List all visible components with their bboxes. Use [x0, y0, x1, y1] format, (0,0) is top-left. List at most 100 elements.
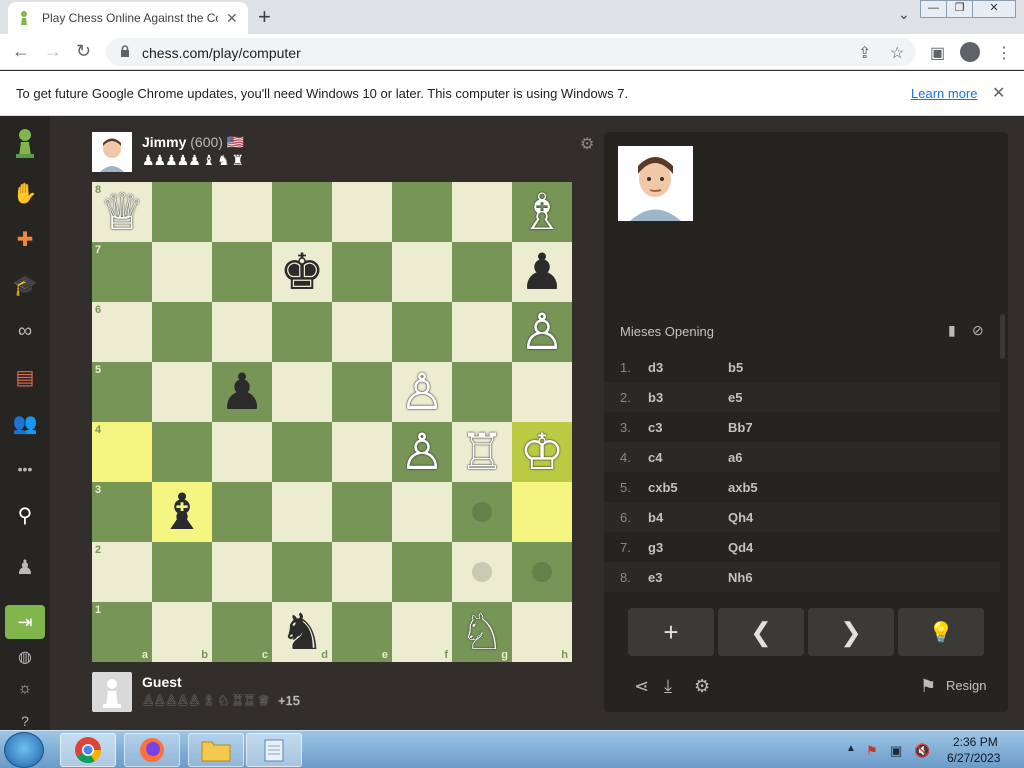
- close-window-button[interactable]: ✕: [972, 0, 1016, 18]
- learn-more-link[interactable]: Learn more: [911, 86, 977, 101]
- square-a2[interactable]: 2: [92, 542, 152, 602]
- new-tab-button[interactable]: +: [258, 4, 271, 30]
- black-move[interactable]: Nh6: [728, 570, 753, 585]
- white-move[interactable]: b4: [648, 510, 663, 525]
- back-arrow-icon[interactable]: ←: [12, 41, 30, 62]
- infobar-close-icon[interactable]: ✕: [992, 83, 1005, 103]
- black-move[interactable]: b5: [728, 360, 743, 375]
- square-f2[interactable]: [392, 542, 452, 602]
- square-d5[interactable]: [272, 362, 332, 422]
- guest-avatar[interactable]: [92, 672, 132, 712]
- square-d2[interactable]: [272, 542, 332, 602]
- moves-scrollbar[interactable]: [1000, 314, 1005, 359]
- clock-time[interactable]: 2:36 PM: [953, 735, 998, 749]
- language-globe-icon[interactable]: ◍: [10, 642, 40, 672]
- previous-move-button[interactable]: ❮: [718, 608, 804, 656]
- square-c6[interactable]: [212, 302, 272, 362]
- square-b1[interactable]: b: [152, 602, 212, 662]
- square-b4[interactable]: [152, 422, 212, 482]
- square-f1[interactable]: f: [392, 602, 452, 662]
- square-e8[interactable]: [332, 182, 392, 242]
- forward-arrow-icon[interactable]: →: [44, 41, 62, 62]
- black-piece-d1[interactable]: ♞: [272, 602, 332, 662]
- share-icon[interactable]: ⇪: [858, 43, 871, 63]
- white-piece-h8[interactable]: ♗: [512, 182, 572, 242]
- square-c2[interactable]: [212, 542, 272, 602]
- square-g7[interactable]: [452, 242, 512, 302]
- black-piece-d7[interactable]: ♚: [272, 242, 332, 302]
- tab-close-icon[interactable]: ✕: [226, 10, 238, 27]
- browser-tab[interactable]: Play Chess Online Against the Cc ✕: [8, 2, 248, 34]
- square-f6[interactable]: [392, 302, 452, 362]
- white-piece-h6[interactable]: ♙: [512, 302, 572, 362]
- white-piece-h4[interactable]: ♔: [512, 422, 572, 482]
- reload-icon[interactable]: ↻: [76, 41, 91, 62]
- black-move[interactable]: a6: [728, 450, 742, 465]
- square-a7[interactable]: 7: [92, 242, 152, 302]
- settings-gear-icon[interactable]: ⚙: [694, 676, 710, 697]
- square-b2[interactable]: [152, 542, 212, 602]
- white-move[interactable]: e3: [648, 570, 662, 585]
- windows-start-button[interactable]: [4, 732, 44, 768]
- black-move[interactable]: axb5: [728, 480, 758, 495]
- square-c3[interactable]: [212, 482, 272, 542]
- search-icon[interactable]: ⚲: [10, 500, 40, 530]
- white-move[interactable]: c3: [648, 420, 662, 435]
- white-move[interactable]: cxb5: [648, 480, 678, 495]
- square-d3[interactable]: [272, 482, 332, 542]
- notepad-taskbar-icon[interactable]: [246, 733, 302, 767]
- watch-binoculars-icon[interactable]: ∞: [10, 316, 40, 346]
- action-center-flag-icon[interactable]: ⚑: [866, 743, 878, 759]
- download-icon[interactable]: ⤓: [664, 676, 672, 697]
- black-piece-b3[interactable]: ♝: [152, 482, 212, 542]
- chess-logo-icon[interactable]: [10, 128, 40, 158]
- square-d6[interactable]: [272, 302, 332, 362]
- tray-expand-icon[interactable]: ▲: [846, 743, 856, 754]
- profile-avatar-icon[interactable]: [960, 42, 980, 62]
- white-move[interactable]: c4: [648, 450, 662, 465]
- square-f8[interactable]: [392, 182, 452, 242]
- tab-search-chevron-icon[interactable]: ⌄: [898, 6, 910, 23]
- hint-lightbulb-button[interactable]: 💡: [898, 608, 984, 656]
- square-h1[interactable]: h: [512, 602, 572, 662]
- opponent-avatar[interactable]: [92, 132, 132, 172]
- square-a3[interactable]: 3: [92, 482, 152, 542]
- black-piece-h7[interactable]: ♟: [512, 242, 572, 302]
- square-d4[interactable]: [272, 422, 332, 482]
- square-c7[interactable]: [212, 242, 272, 302]
- chrome-menu-icon[interactable]: ⋮: [996, 43, 1012, 63]
- square-c4[interactable]: [212, 422, 272, 482]
- black-move[interactable]: e5: [728, 390, 742, 405]
- more-dots-icon[interactable]: •••: [10, 454, 40, 484]
- volume-muted-icon[interactable]: 🔇: [914, 743, 930, 759]
- square-b6[interactable]: [152, 302, 212, 362]
- black-move[interactable]: Bb7: [728, 420, 753, 435]
- white-piece-f5[interactable]: ♙: [392, 362, 452, 422]
- theme-sun-icon[interactable]: ☼: [10, 674, 40, 704]
- guest-name[interactable]: Guest: [142, 674, 182, 690]
- news-icon[interactable]: ▤: [10, 362, 40, 392]
- square-g8[interactable]: [452, 182, 512, 242]
- square-a4[interactable]: 4: [92, 422, 152, 482]
- social-people-icon[interactable]: 👥: [10, 408, 40, 438]
- add-friend-icon[interactable]: ♟: [10, 552, 40, 582]
- explorer-folder-taskbar-icon[interactable]: [188, 733, 244, 767]
- square-b8[interactable]: [152, 182, 212, 242]
- square-b7[interactable]: [152, 242, 212, 302]
- learn-cap-icon[interactable]: 🎓: [10, 270, 40, 300]
- network-icon[interactable]: ▣: [890, 743, 902, 759]
- side-panel-icon[interactable]: ▣: [930, 43, 945, 63]
- black-piece-c5[interactable]: ♟: [212, 362, 272, 422]
- board-settings-gear-icon[interactable]: ⚙: [580, 134, 594, 154]
- square-e1[interactable]: e: [332, 602, 392, 662]
- chrome-taskbar-icon[interactable]: [60, 733, 116, 767]
- resign-button[interactable]: Resign: [946, 678, 986, 693]
- move-hint-dot[interactable]: [472, 502, 492, 522]
- white-move[interactable]: d3: [648, 360, 663, 375]
- move-hint-dot[interactable]: [472, 562, 492, 582]
- white-piece-f4[interactable]: ♙: [392, 422, 452, 482]
- square-f3[interactable]: [392, 482, 452, 542]
- square-c8[interactable]: [212, 182, 272, 242]
- bookmark-star-icon[interactable]: ☆: [890, 43, 904, 63]
- square-e4[interactable]: [332, 422, 392, 482]
